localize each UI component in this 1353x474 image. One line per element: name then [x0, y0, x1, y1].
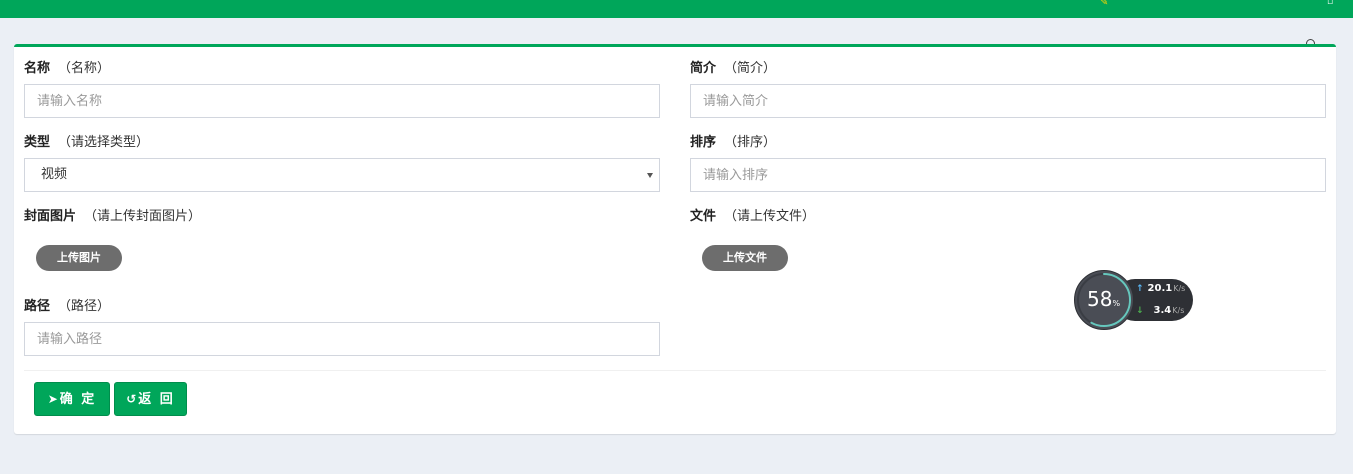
back-button[interactable]: ↺ 返 回: [114, 382, 187, 416]
form-divider: [24, 370, 1326, 371]
confirm-label: 确 定: [59, 392, 97, 407]
arrow-down-icon: ↓: [1136, 306, 1144, 316]
cpu-gauge: 58%: [1074, 270, 1134, 330]
network-monitor-widget[interactable]: 58% ↑ 20.1K/s ↓ 3.4K/s: [1074, 270, 1194, 330]
upload-speed: ↑ 20.1K/s: [1136, 283, 1186, 294]
type-label: 类型 （请选择类型）: [24, 135, 150, 150]
paper-plane-icon: ➤: [47, 392, 58, 406]
topbar-icon[interactable]: ✎: [1100, 0, 1108, 8]
path-input[interactable]: [24, 322, 660, 356]
topbar-icon-right[interactable]: ▫: [1327, 0, 1333, 7]
sort-label: 排序 （排序）: [690, 135, 777, 150]
upload-file-button[interactable]: 上传文件: [702, 245, 788, 271]
history-icon: ↺: [126, 392, 137, 406]
name-label: 名称 （名称）: [24, 61, 111, 76]
upload-image-button[interactable]: 上传图片: [36, 245, 122, 271]
name-input[interactable]: [24, 84, 660, 118]
chevron-down-icon: [647, 173, 653, 178]
top-bar: ✎ ▫: [0, 0, 1353, 18]
cpu-percent: 58%: [1087, 287, 1121, 311]
back-label: 返 回: [138, 392, 175, 407]
intro-input[interactable]: [690, 84, 1326, 118]
confirm-button[interactable]: ➤ 确 定: [34, 382, 110, 416]
form-card: 名称（名称） 简介（简介） 类型（请选择类型） 视频 排序（排序） 封面图片（请…: [14, 44, 1336, 434]
download-speed: ↓ 3.4K/s: [1136, 305, 1185, 316]
path-label: 路径 （路径）: [24, 299, 111, 314]
intro-label: 简介 （简介）: [690, 61, 777, 76]
sort-input[interactable]: [690, 158, 1326, 192]
type-select[interactable]: 视频: [24, 158, 660, 192]
type-select-value: 视频: [41, 167, 68, 182]
arrow-up-icon: ↑: [1136, 284, 1144, 294]
cover-label: 封面图片 （请上传封面图片）: [24, 209, 202, 224]
file-label: 文件 （请上传文件）: [690, 209, 816, 224]
